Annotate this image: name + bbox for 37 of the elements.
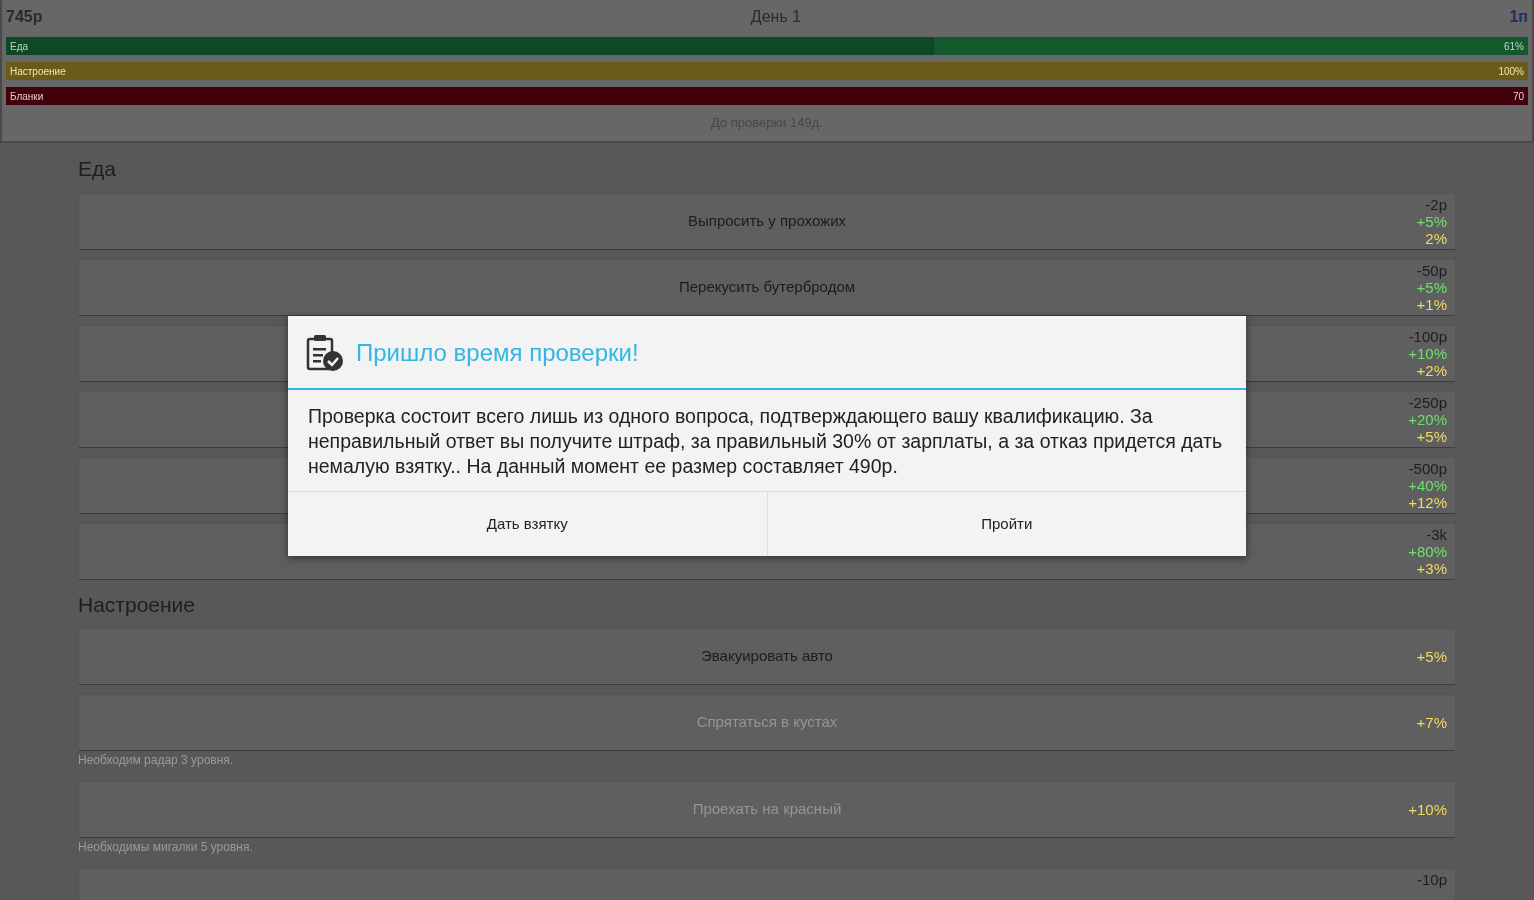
stat-value: +5% [1416,427,1447,445]
stat-value: -100р [1408,327,1447,345]
stat-value: +10% [1408,801,1447,818]
stat-value: -10р [1416,871,1447,888]
stat-value: -250р [1408,393,1447,411]
bar-label: Бланки [9,89,45,104]
stat-value: 2% [1425,229,1447,247]
bar-label: Еда [9,39,30,54]
money-amount: 745р [6,7,43,27]
stat-value: +20% [1408,410,1447,428]
stat-value: +1% [1416,295,1447,313]
stat-value: -2р [1425,195,1447,213]
stat-value: +12% [1408,493,1447,511]
stat-value: -50р [1416,261,1447,279]
bar-label: Настроение [9,64,67,79]
stat-value: +5% [1416,278,1447,296]
dialog-message: Проверка состоит всего лишь из одного вопроса, подтверждающего вашу квалификацию. За неправильный ответ вы получите штраф, за правильный 30% от зарплаты, а за отказ придется дать немалую взятку.. На данный момент ее размер составляет 490р. [307,404,1224,479]
stat-value: -500р [1408,459,1447,477]
day-counter: День 1 [750,7,802,27]
stat-value: -3k [1426,525,1447,543]
stat-value: +40% [1408,476,1447,494]
rank-label: 1п [1509,7,1528,27]
stat-value: +2% [1416,361,1447,379]
bar-reading: 70 [1511,89,1525,104]
stat-value: +7% [1416,714,1447,731]
stat-value: +80% [1408,542,1447,560]
bar-reading: 100% [1497,64,1525,79]
stat-value: +5% [1416,212,1447,230]
section-heading: Еда [78,156,117,182]
stat-value: +10% [1408,344,1447,362]
requirement-note: Необходим радар 3 уровня. [78,752,235,769]
stat-value: +5% [1416,648,1447,665]
dialog-title: Пришло время проверки! [356,338,639,368]
requirement-note: Необходимы мигалки 5 уровня. [78,839,254,856]
section-heading: Настроение [78,591,196,618]
bar-reading: 61% [1503,39,1525,54]
stat-value: +3% [1416,559,1447,577]
